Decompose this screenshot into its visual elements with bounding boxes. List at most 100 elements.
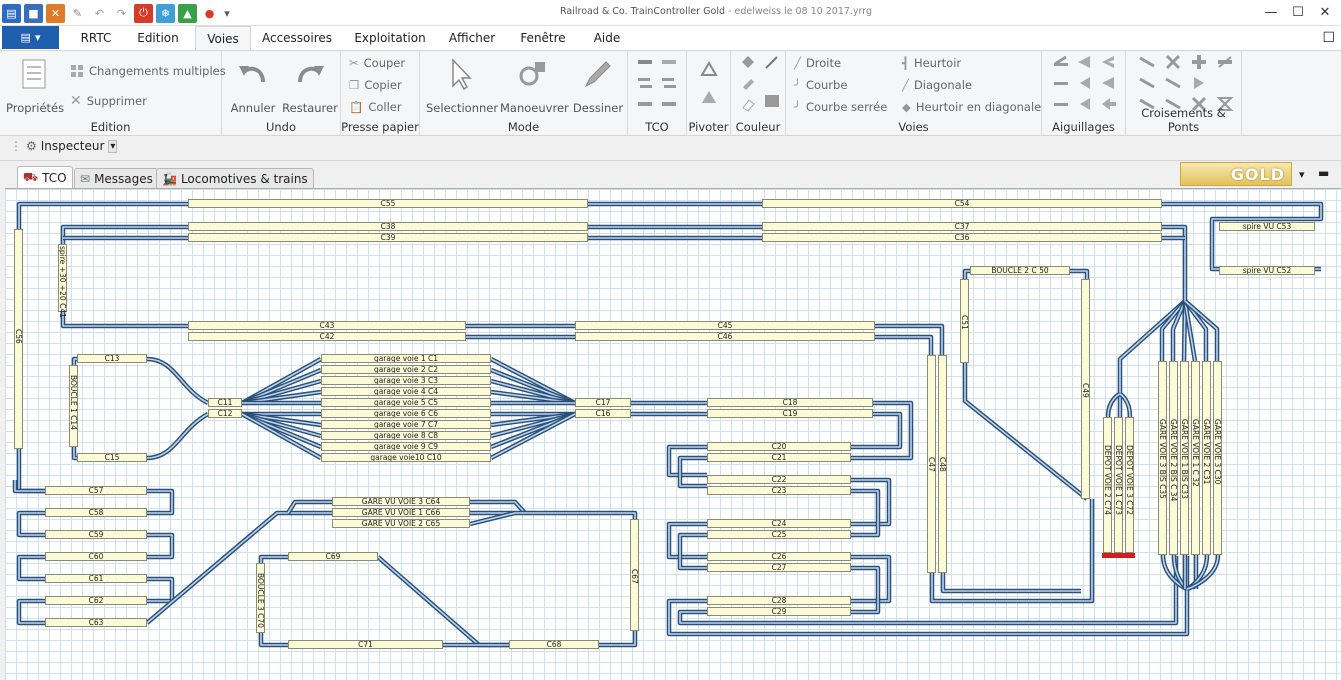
crossing-right-icon[interactable] [1164, 75, 1182, 91]
panel-minimize-icon[interactable]: ▬ [1318, 166, 1329, 180]
eraser-icon[interactable] [739, 96, 757, 112]
undo-icon[interactable]: ↶ [90, 4, 109, 23]
block-c58[interactable]: C58 [45, 508, 147, 517]
block-c69[interactable]: C69 [288, 552, 378, 561]
block-c64[interactable]: GARE VU VOIE 3 C64 [332, 497, 470, 506]
track-edit-icon[interactable] [660, 54, 678, 70]
edit-icon[interactable]: ✎ [68, 4, 87, 23]
snowflake-icon[interactable]: ❄ [156, 3, 175, 23]
tab-tco[interactable]: ⛟ TCO [17, 166, 73, 188]
block-c57[interactable]: C57 [45, 486, 147, 495]
switch-right-icon[interactable] [1076, 54, 1094, 70]
block-garage-5[interactable]: garage voie 5 C5 [321, 398, 491, 407]
block-c36[interactable]: C36 [762, 233, 1162, 242]
switch-three-way-icon[interactable] [1052, 75, 1070, 91]
block-c17[interactable]: C17 [575, 398, 631, 407]
tabs-dropdown-icon[interactable]: ▾ [1299, 168, 1305, 181]
eyedropper-icon[interactable] [763, 54, 781, 70]
block-c66[interactable]: GARE VU VOIE 1 C66 [332, 508, 470, 517]
track-swap-icon[interactable] [660, 96, 678, 112]
app-menu-button[interactable]: ▤ ▾ [2, 26, 59, 49]
block-garage-10[interactable]: garage voie10 C10 [321, 453, 491, 462]
tools-icon[interactable]: ✕ [46, 3, 65, 23]
draw-mode-button[interactable]: Dessiner [570, 56, 626, 115]
tab-messages[interactable]: ✉ Messages [74, 168, 159, 188]
rotate-left-icon[interactable] [700, 61, 718, 77]
maximize-icon[interactable]: ☐ [1286, 3, 1310, 23]
inspector-button[interactable]: ⋮ ⚙ Inspecteur ▾ [10, 139, 118, 153]
tab-rrtc[interactable]: RRTC [66, 26, 126, 50]
tab-fenetre[interactable]: Fenêtre [513, 26, 573, 50]
track-add-icon[interactable] [636, 54, 654, 70]
redo-icon[interactable]: ↷ [112, 4, 131, 23]
block-garage-3[interactable]: garage voie 3 C3 [321, 376, 491, 385]
block-c46[interactable]: C46 [575, 332, 875, 341]
brush-icon[interactable] [739, 75, 757, 91]
track-diagram-canvas[interactable]: C55 C54 C38 C37 C39 C36 spire VU C53 spi… [5, 188, 1341, 680]
switch-diag-left-icon[interactable] [1052, 96, 1070, 112]
block-c39[interactable]: C39 [188, 233, 588, 242]
redo-button[interactable]: Restaurer [282, 56, 338, 115]
block-garage-1[interactable]: garage voie 1 C1 [321, 354, 491, 363]
block-c25[interactable]: C25 [707, 530, 851, 539]
tab-exploitation[interactable]: Exploitation [350, 26, 430, 50]
track-join-icon[interactable] [636, 96, 654, 112]
block-c21[interactable]: C21 [707, 453, 851, 462]
close-icon[interactable]: ✕ [1313, 3, 1337, 23]
switch-y-icon[interactable] [1100, 54, 1118, 70]
block-c12[interactable]: C12 [208, 409, 242, 418]
tab-afficher[interactable]: Afficher [442, 26, 502, 50]
block-c27[interactable]: C27 [707, 563, 851, 572]
block-c60[interactable]: C60 [45, 552, 147, 561]
diagonal-buffer-button[interactable]: ◆ Heurtoir en diagonale [902, 97, 1041, 117]
block-c20[interactable]: C20 [707, 442, 851, 451]
buffer-stop-button[interactable]: ┫ Heurtoir [902, 53, 961, 73]
block-c63[interactable]: C63 [45, 618, 147, 627]
block-c52[interactable]: spire VU C52 [1219, 266, 1315, 275]
block-c54[interactable]: C54 [762, 199, 1162, 208]
ribbon-options-icon[interactable]: ☐ [1322, 30, 1335, 46]
block-garage-7[interactable]: garage voie 7 C7 [321, 420, 491, 429]
track-copy-icon[interactable] [636, 75, 654, 91]
block-c38[interactable]: C38 [188, 222, 588, 231]
cut-button[interactable]: ✂ Couper [349, 53, 405, 73]
maneuver-mode-button[interactable]: Manoeuvrer [500, 56, 569, 115]
undo-button[interactable]: Annuler [228, 56, 278, 115]
app-icon[interactable]: ▤ [2, 3, 21, 23]
delete-button[interactable]: ✕ Supprimer [70, 91, 147, 111]
block-c28[interactable]: C28 [707, 596, 851, 605]
tab-edition[interactable]: Edition [128, 26, 188, 50]
block-c50[interactable]: BOUCLE 2 C 50 [970, 266, 1070, 275]
switch-arrow-icon[interactable] [1100, 96, 1118, 112]
block-c16[interactable]: C16 [575, 409, 631, 418]
tab-voies[interactable]: Voies [195, 26, 251, 51]
minimize-icon[interactable]: — [1259, 3, 1283, 23]
select-mode-button[interactable]: Selectionner [426, 56, 498, 115]
tab-accessoires[interactable]: Accessoires [256, 26, 338, 50]
block-c62[interactable]: C62 [45, 596, 147, 605]
color-swatch-icon[interactable] [763, 93, 781, 109]
block-c61[interactable]: C61 [45, 574, 147, 583]
paint-bucket-icon[interactable] [739, 54, 757, 70]
tab-locomotives[interactable]: 🚂 Locomotives & trains [156, 168, 314, 188]
block-garage-9[interactable]: garage voie 9 C9 [321, 442, 491, 451]
crossing-x-icon[interactable] [1164, 54, 1182, 70]
block-c53[interactable]: spire VU C53 [1219, 222, 1315, 231]
block-c37[interactable]: C37 [762, 222, 1162, 231]
crossing-diag-icon[interactable] [1138, 54, 1156, 70]
properties-button[interactable]: Propriétés [6, 56, 64, 115]
tab-aide[interactable]: Aide [584, 26, 630, 50]
block-garage-8[interactable]: garage voie 8 C8 [321, 431, 491, 440]
block-c42[interactable]: C42 [188, 332, 466, 341]
block-c65[interactable]: GARE VU VOIE 2 C65 [332, 519, 470, 528]
block-garage-4[interactable]: garage voie 4 C4 [321, 387, 491, 396]
switch-diag-right-icon[interactable] [1076, 96, 1094, 112]
crossing-plus-icon[interactable] [1190, 54, 1208, 70]
arrow-up-icon[interactable]: ▲ [178, 3, 197, 23]
block-c13[interactable]: C13 [77, 354, 147, 363]
track-split-icon[interactable] [660, 75, 678, 91]
block-c59[interactable]: C59 [45, 530, 147, 539]
crossing-down-icon[interactable] [1190, 75, 1208, 91]
crossing-slip-icon[interactable] [1138, 75, 1156, 91]
paste-button[interactable]: 📋 Coller [349, 97, 402, 117]
